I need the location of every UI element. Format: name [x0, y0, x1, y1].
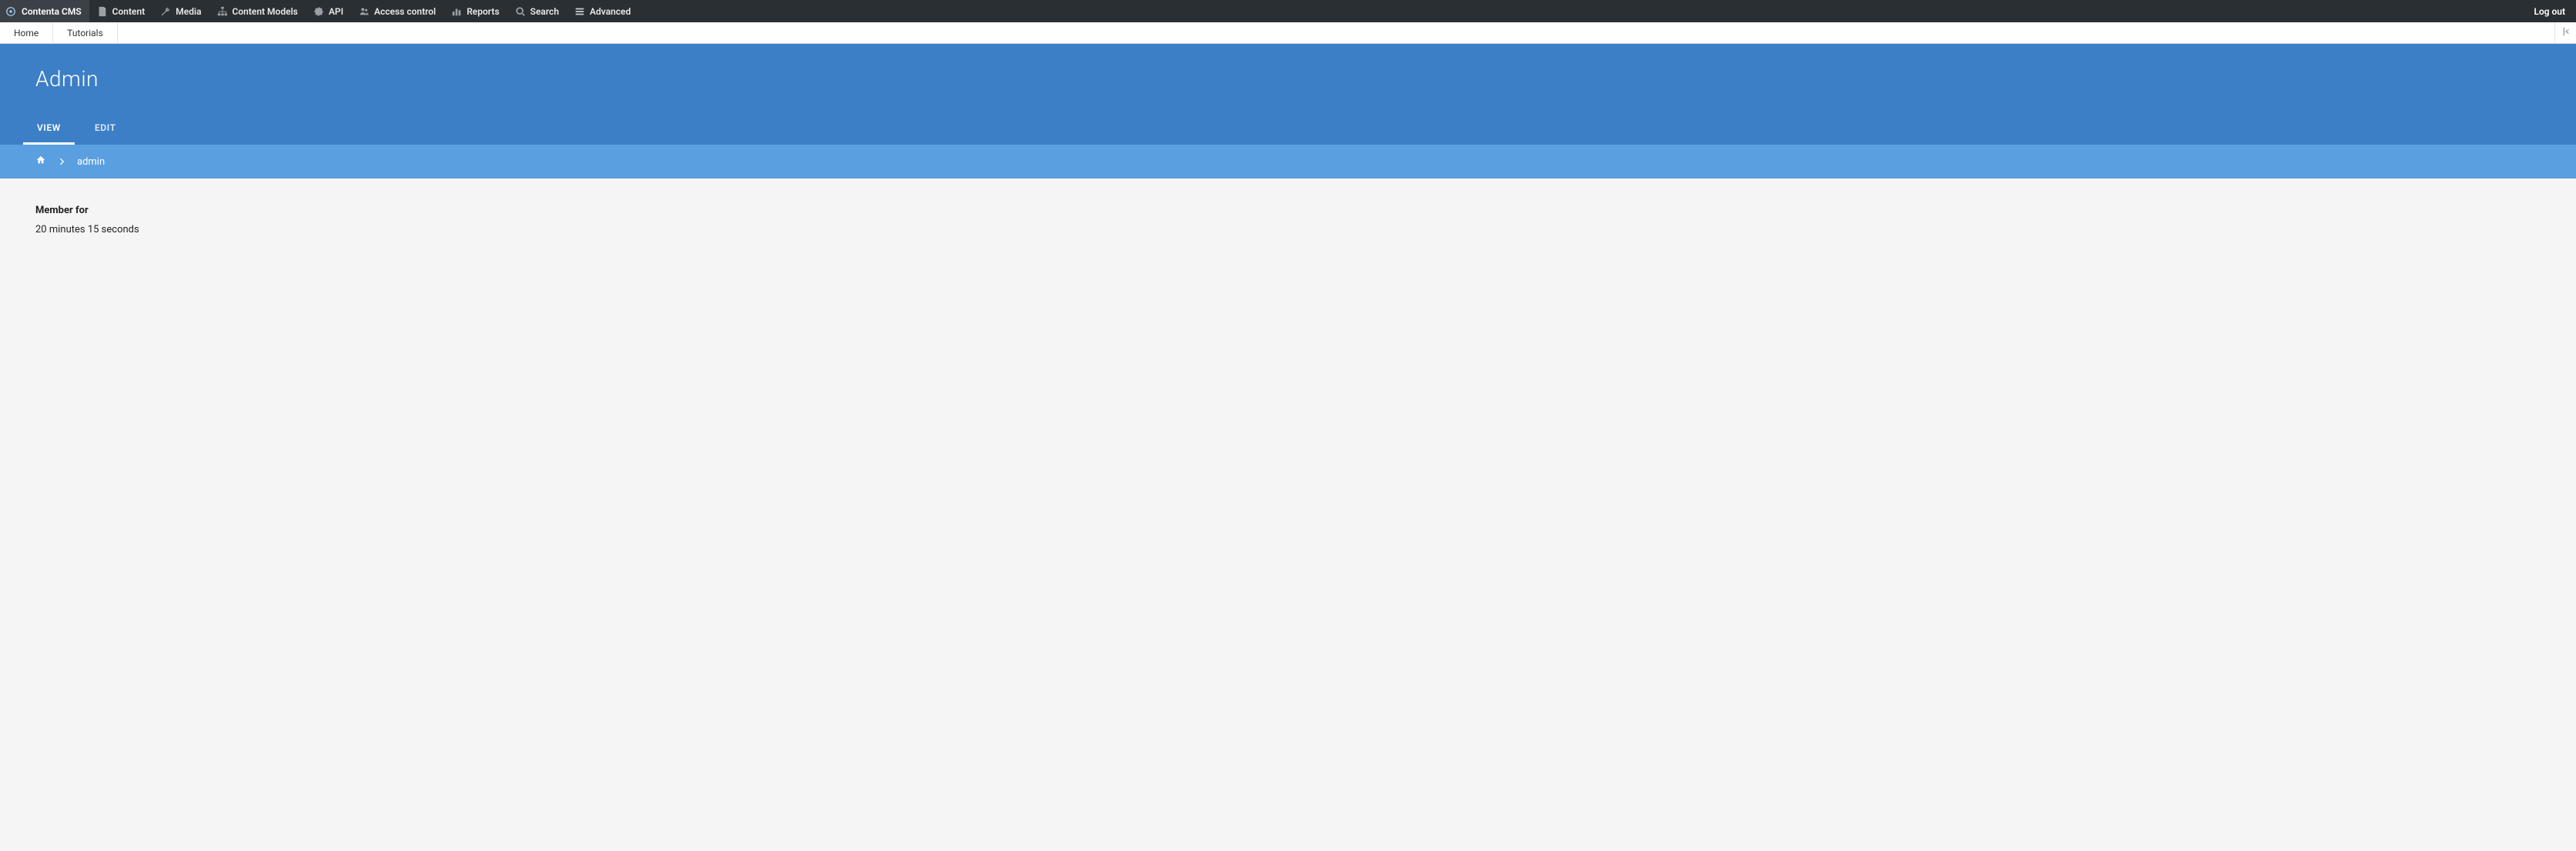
puzzle-icon [313, 6, 324, 17]
tab-label: EDIT [95, 122, 116, 133]
toolbar-item-label: Access control [374, 6, 436, 17]
file-icon [97, 6, 108, 17]
shortcut-label: Home [14, 28, 38, 38]
brand-home-link[interactable]: Contenta CMS [0, 0, 89, 22]
chevron-right-icon [57, 157, 66, 166]
logout-label: Log out [2534, 6, 2565, 17]
main-content: Member for 20 minutes 15 seconds [0, 179, 2576, 262]
menu-icon [574, 6, 585, 17]
tab-view[interactable]: VIEW [23, 115, 75, 145]
breadcrumb: admin [0, 145, 2576, 179]
toolbar-item-access-control[interactable]: Access control [351, 0, 443, 22]
toolbar-spacer [638, 0, 2523, 22]
toolbar-item-content-models[interactable]: Content Models [209, 0, 306, 22]
toolbar-orientation-toggle[interactable] [2554, 22, 2576, 43]
toolbar-item-label: Advanced [590, 6, 631, 17]
toolbar-menu: Content Media Content Models API Access [89, 0, 639, 22]
page-title: Admin [35, 66, 2553, 92]
logout-link[interactable]: Log out [2523, 0, 2576, 22]
toolbar-item-label: Content Models [233, 6, 298, 17]
toolbar-item-label: API [329, 6, 343, 17]
shortcut-spacer [118, 22, 2554, 43]
shortcut-label: Tutorials [67, 28, 103, 38]
page-header: Admin VIEW EDIT [0, 44, 2576, 145]
search-icon [515, 6, 526, 17]
toolbar-item-reports[interactable]: Reports [443, 0, 507, 22]
toolbar-item-label: Content [112, 6, 146, 17]
admin-toolbar: Contenta CMS Content Media Content Model… [0, 0, 2576, 22]
toolbar-item-content[interactable]: Content [89, 0, 153, 22]
toolbar-item-api[interactable]: API [306, 0, 351, 22]
toolbar-item-label: Search [530, 6, 559, 17]
shortcut-bar: Home Tutorials [0, 22, 2576, 44]
collapse-icon [2561, 26, 2571, 39]
brand-label: Contenta CMS [22, 6, 82, 17]
wrench-icon [160, 6, 171, 17]
home-icon [35, 155, 46, 169]
member-for-value: 20 minutes 15 seconds [35, 224, 2541, 235]
toolbar-item-search[interactable]: Search [507, 0, 567, 22]
member-for-label: Member for [35, 205, 2541, 216]
brand-logo-icon [5, 5, 17, 18]
sitemap-icon [217, 6, 228, 17]
bar-chart-icon [451, 6, 462, 17]
primary-tabs: VIEW EDIT [0, 115, 2576, 145]
breadcrumb-current: admin [77, 156, 105, 168]
users-icon [359, 6, 370, 17]
shortcut-tutorials[interactable]: Tutorials [53, 22, 118, 43]
toolbar-item-label: Reports [467, 6, 499, 17]
toolbar-item-media[interactable]: Media [152, 0, 209, 22]
tab-label: VIEW [37, 122, 61, 133]
tab-edit[interactable]: EDIT [81, 115, 130, 145]
shortcut-home[interactable]: Home [0, 22, 53, 43]
toolbar-item-label: Media [176, 6, 201, 17]
breadcrumb-home[interactable] [35, 155, 46, 169]
toolbar-item-advanced[interactable]: Advanced [567, 0, 638, 22]
